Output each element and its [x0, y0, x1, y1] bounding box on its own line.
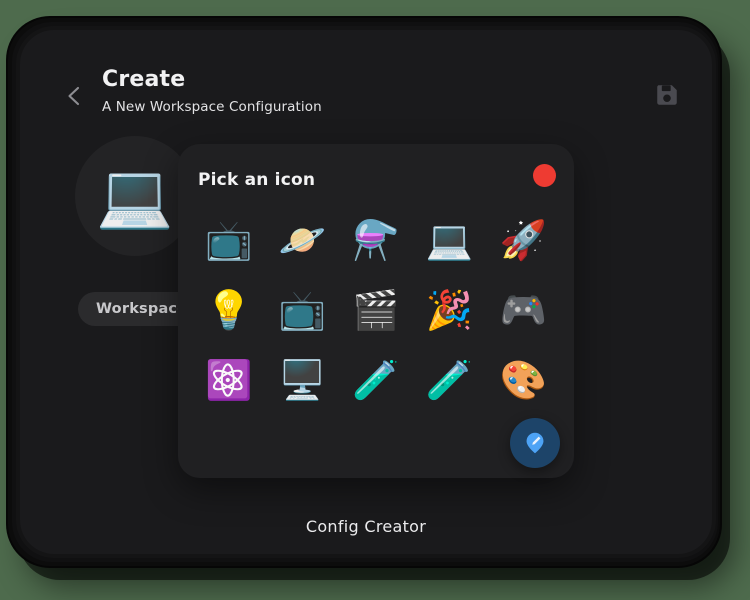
page-subtitle: A New Workspace Configuration [102, 99, 322, 116]
pink-flasks-icon: 🧪 [352, 358, 400, 402]
title-block: Create A New Workspace Configuration [102, 67, 322, 116]
icon-option-1[interactable]: 🪐 [266, 206, 340, 274]
footer-label: Config Creator [305, 517, 427, 536]
screenshot-stage: Create A New Workspace Configuration 💻 W… [0, 0, 750, 600]
party-popper-icon: 🎉 [425, 288, 474, 332]
icon-option-13[interactable]: 🧪 [413, 346, 487, 414]
device-screen: Create A New Workspace Configuration 💻 W… [20, 30, 712, 554]
app-header: Create A New Workspace Configuration [20, 30, 712, 126]
icon-option-10[interactable]: ⚛️ [192, 346, 266, 414]
save-button[interactable] [650, 78, 684, 112]
retro-television-icon: 📺 [205, 218, 253, 262]
icon-option-14[interactable]: 🎨 [486, 346, 560, 414]
edit-pen-icon [526, 432, 544, 454]
atom-code-icon: ⚛️ [205, 358, 253, 402]
green-flasks-icon: 🧪 [425, 358, 474, 402]
game-controller-icon: 🎮 [499, 288, 547, 332]
ringed-planet-icon: 🪐 [278, 218, 327, 262]
laptop-code-icon: 💻 [425, 218, 474, 262]
film-play-icon: 🎬 [352, 288, 400, 332]
floppy-disk-save-icon [657, 85, 677, 105]
edit-fab-button[interactable] [510, 418, 560, 468]
icon-option-5[interactable]: 💡 [192, 276, 266, 344]
picker-title: Pick an icon [198, 170, 316, 190]
close-dot-button[interactable] [533, 164, 556, 187]
icon-option-3[interactable]: 💻 [413, 206, 487, 274]
chevron-left-icon [68, 86, 80, 106]
icon-option-7[interactable]: 🎬 [339, 276, 413, 344]
orange-television-icon: 📺 [278, 288, 327, 332]
icon-option-8[interactable]: 🎉 [413, 276, 487, 344]
desktop-settings-icon: 🖥️ [278, 358, 327, 402]
icon-option-12[interactable]: 🧪 [339, 346, 413, 414]
avatar[interactable]: 💻 [75, 136, 195, 256]
laptop-code-icon: 💻 [96, 159, 174, 232]
icon-option-11[interactable]: 🖥️ [266, 346, 340, 414]
workspace-chip-label: Workspace [96, 301, 188, 317]
icon-option-0[interactable]: 📺 [192, 206, 266, 274]
physics-diagram-icon: ⚗️ [352, 218, 400, 262]
artist-palette-icon: 🎨 [499, 358, 547, 402]
light-bulb-idea-icon: 💡 [205, 288, 253, 332]
rocket-launch-icon: 🚀 [499, 218, 547, 262]
icon-option-2[interactable]: ⚗️ [339, 206, 413, 274]
icon-picker-panel: Pick an icon 📺 🪐 ⚗️ 💻 🚀 💡 📺 🎬 🎉 🎮 ⚛️ 🖥️ 🧪 🧪 🎨 [178, 144, 574, 478]
icon-option-6[interactable]: 📺 [266, 276, 340, 344]
icon-option-9[interactable]: 🎮 [486, 276, 560, 344]
app-footer: Config Creator [20, 517, 712, 536]
icon-option-4[interactable]: 🚀 [486, 206, 560, 274]
back-button[interactable] [60, 82, 88, 110]
icon-grid: 📺 🪐 ⚗️ 💻 🚀 💡 📺 🎬 🎉 🎮 ⚛️ 🖥️ 🧪 🧪 🎨 [192, 206, 560, 414]
page-title: Create [102, 67, 186, 92]
